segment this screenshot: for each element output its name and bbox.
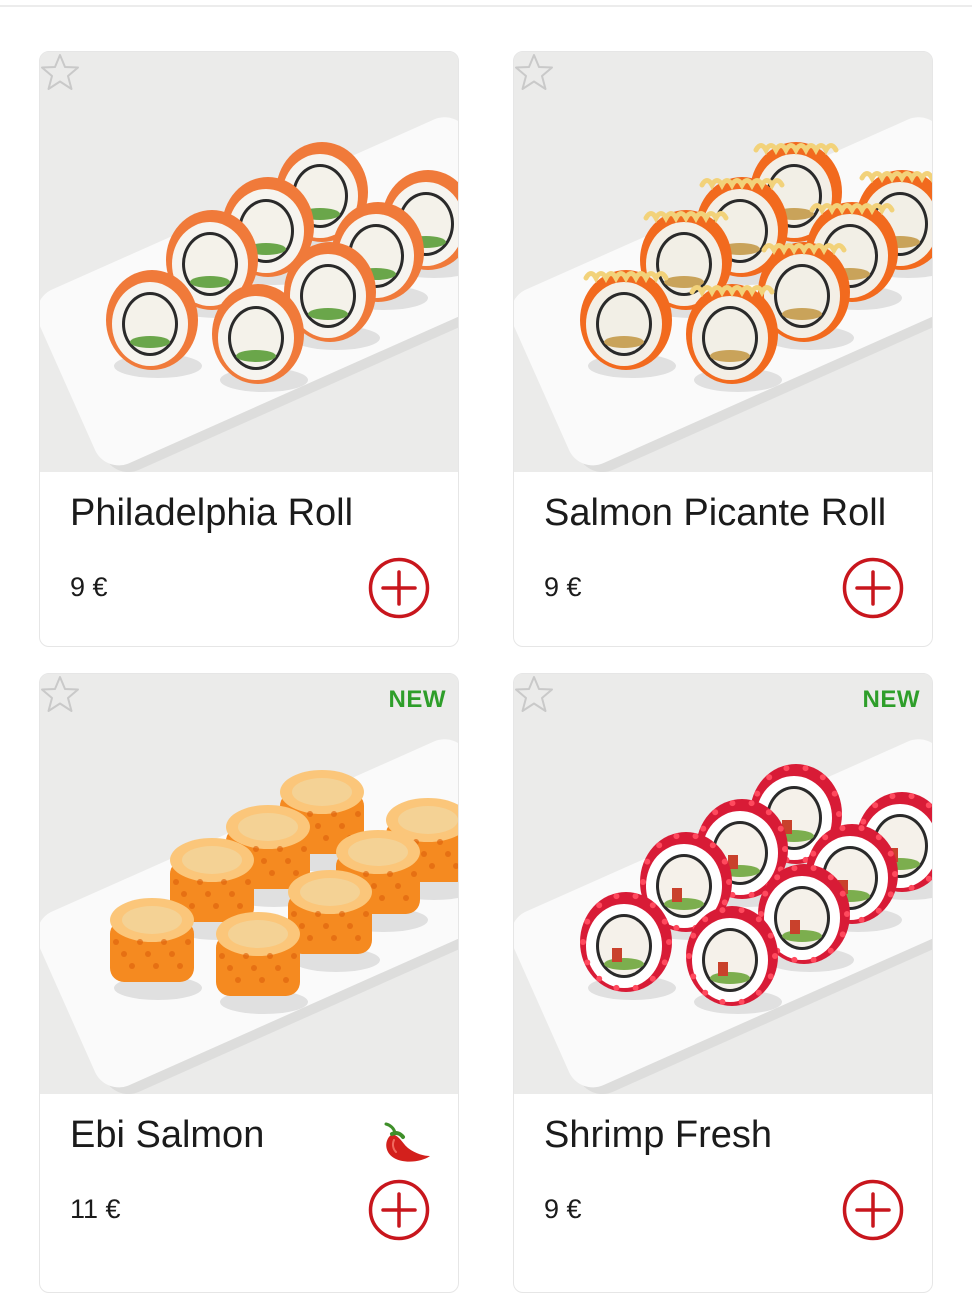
product-grid: Philadelphia Roll 9 € Salmon Picante Rol… <box>39 51 935 1293</box>
product-card[interactable]: NEW Shrimp Fresh 9 € <box>513 673 933 1293</box>
product-title: Salmon Picante Roll <box>544 492 887 534</box>
star-outline-icon[interactable] <box>514 52 554 92</box>
chili-pepper-icon <box>384 1122 430 1162</box>
plus-circle-icon[interactable] <box>368 1179 430 1241</box>
product-price: 9 € <box>544 1194 582 1224</box>
plus-circle-icon[interactable] <box>368 557 430 619</box>
product-card[interactable]: Philadelphia Roll 9 € <box>39 51 459 647</box>
plus-circle-icon[interactable] <box>842 557 904 619</box>
star-outline-icon[interactable] <box>40 674 80 714</box>
product-photo[interactable]: NEW <box>514 674 932 1094</box>
product-title: Shrimp Fresh <box>544 1114 773 1156</box>
product-photo[interactable] <box>40 52 458 472</box>
product-title: Ebi Salmon <box>70 1114 265 1156</box>
product-card[interactable]: Salmon Picante Roll 9 € <box>513 51 933 647</box>
new-badge: NEW <box>388 686 446 713</box>
top-divider <box>0 5 972 7</box>
new-badge: NEW <box>862 686 920 713</box>
product-price: 9 € <box>70 572 108 602</box>
star-outline-icon[interactable] <box>40 52 80 92</box>
product-title: Philadelphia Roll <box>70 492 354 534</box>
product-price: 9 € <box>544 572 582 602</box>
product-photo[interactable]: NEW <box>40 674 458 1094</box>
product-price: 11 € <box>70 1194 121 1224</box>
star-outline-icon[interactable] <box>514 674 554 714</box>
product-card[interactable]: NEW Ebi Salmon 11 € <box>39 673 459 1293</box>
plus-circle-icon[interactable] <box>842 1179 904 1241</box>
product-photo[interactable] <box>514 52 932 472</box>
